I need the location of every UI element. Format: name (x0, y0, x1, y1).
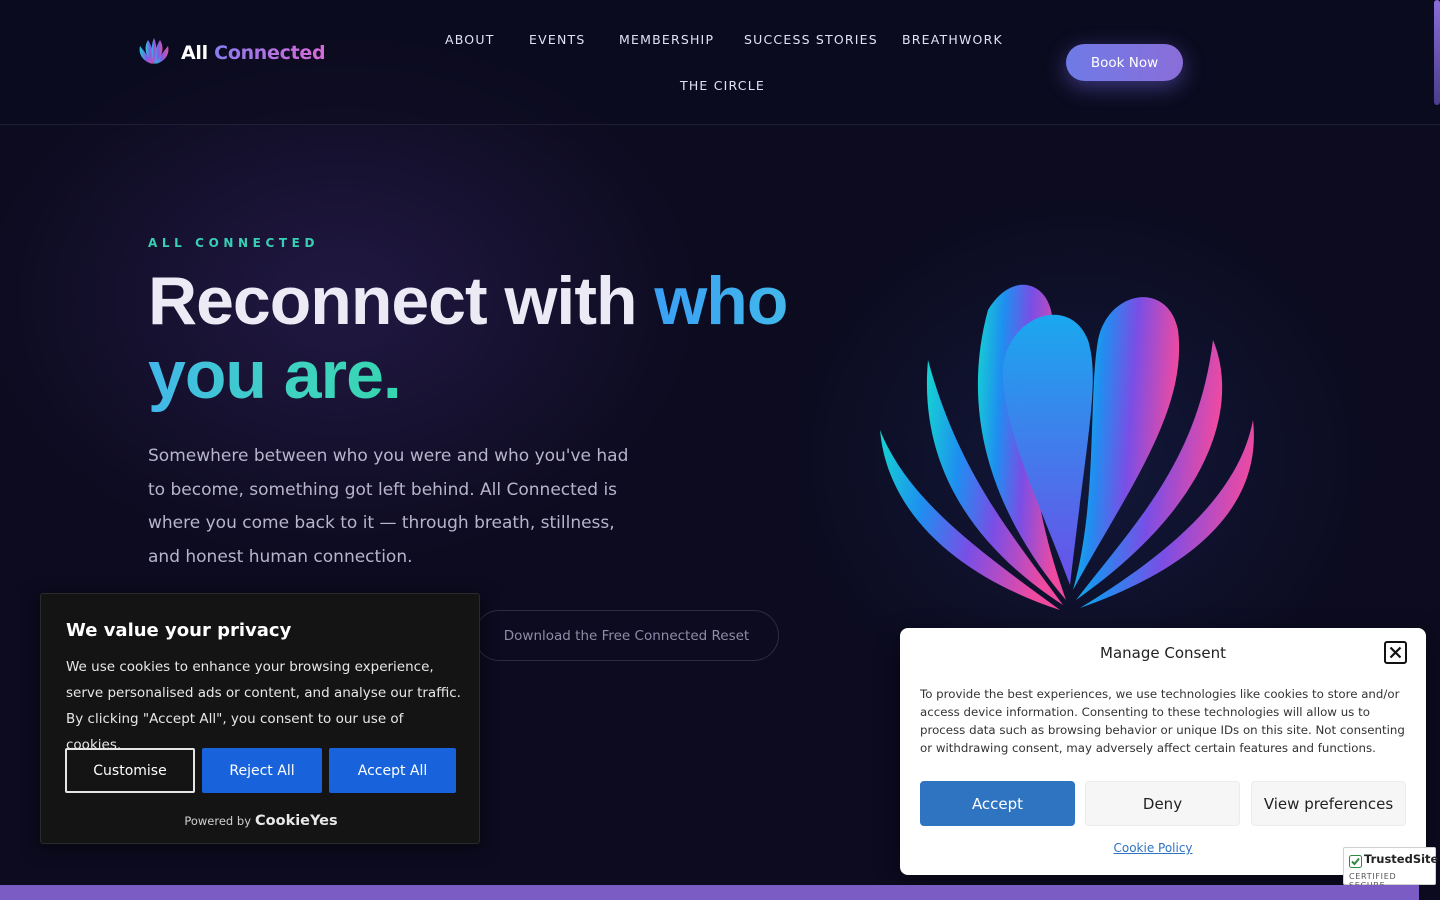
nav-item-the-circle[interactable]: THE CIRCLE (680, 78, 765, 93)
cookie-banner-title: We value your privacy (66, 620, 292, 641)
check-icon (1349, 853, 1362, 872)
view-preferences-button[interactable]: View preferences (1251, 781, 1406, 826)
lotus-petals-icon (137, 36, 171, 70)
powered-by-label: Powered by (184, 814, 251, 828)
nav-item-membership[interactable]: MEMBERSHIP (619, 32, 714, 47)
consent-accept-button[interactable]: Accept (920, 781, 1075, 826)
reject-all-button[interactable]: Reject All (202, 748, 322, 793)
cookieyes-logo[interactable]: CookieYes (255, 813, 338, 829)
close-icon[interactable] (1384, 641, 1407, 664)
customise-button[interactable]: Customise (65, 748, 195, 793)
nav-item-success-stories[interactable]: SUCCESS STORIES (744, 32, 878, 47)
nav-item-about[interactable]: ABOUT (445, 32, 495, 47)
book-now-button[interactable]: Book Now (1066, 44, 1183, 81)
nav-item-events[interactable]: EVENTS (529, 32, 585, 47)
hero-eyebrow: ALL CONNECTED (148, 236, 319, 250)
site-logo[interactable]: All Connected (137, 36, 326, 70)
cookie-banner: We value your privacy We use cookies to … (40, 593, 480, 844)
consent-modal-text: To provide the best experiences, we use … (920, 687, 1405, 755)
cookie-policy-link[interactable]: Cookie Policy (900, 841, 1406, 855)
hero-lead-text: Somewhere between who you were and who y… (148, 446, 629, 567)
consent-modal: Manage Consent To provide the best exper… (900, 628, 1426, 875)
bottom-accent-bar (0, 885, 1419, 900)
hero-headline: Reconnect with who you are. (148, 264, 848, 412)
accept-all-button[interactable]: Accept All (329, 748, 456, 793)
download-reset-button[interactable]: Download the Free Connected Reset (474, 610, 779, 661)
trustedsite-badge[interactable]: TrustedSite CERTIFIED SECURE (1343, 847, 1439, 890)
headline-plain: Reconnect with (148, 263, 655, 339)
cookie-banner-text: We use cookies to enhance your browsing … (66, 659, 461, 753)
consent-modal-title: Manage Consent (1100, 644, 1226, 662)
nav-item-breathwork[interactable]: BREATHWORK (902, 32, 1003, 47)
lotus-petals-illustration (868, 270, 1268, 624)
powered-by: Powered by CookieYes (41, 813, 481, 829)
consent-deny-button[interactable]: Deny (1085, 781, 1240, 826)
trustedsite-name: TrustedSite (1364, 852, 1439, 866)
scrollbar-thumb[interactable] (1434, 0, 1440, 105)
logo-wordmark: All Connected (181, 42, 326, 64)
site-header: All Connected ABOUT EVENTS MEMBERSHIP SU… (0, 0, 1440, 125)
